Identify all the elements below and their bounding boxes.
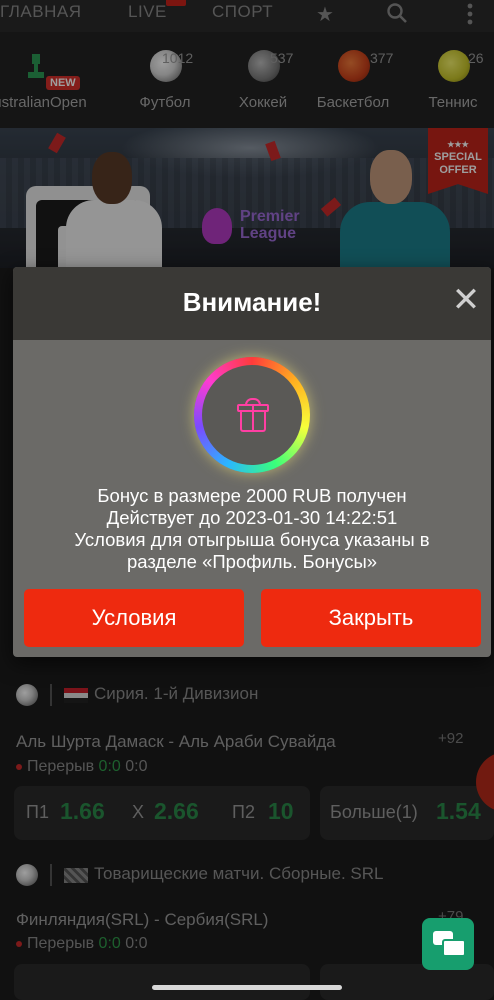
gift-icon	[237, 398, 269, 432]
modal-title: Внимание!	[182, 287, 322, 317]
close-button[interactable]: Закрыть	[261, 589, 481, 647]
home-indicator	[152, 985, 342, 990]
bonus-expiry-text: Действует до 2023-01-30 14:22:51	[106, 507, 398, 528]
bonus-ring	[194, 357, 310, 473]
bonus-amount-text: Бонус в размере 2000 RUB получен	[97, 485, 407, 506]
modal-message: Бонус в размере 2000 RUB получен Действу…	[13, 485, 491, 573]
chat-icon[interactable]	[422, 918, 474, 970]
bonus-modal: Внимание! ✕ Бонус в размере 2000 RUB пол…	[13, 267, 491, 657]
bonus-conditions-text: Условия для отыгрыша бонуса указаны в	[74, 529, 430, 550]
close-icon[interactable]: ✕	[451, 283, 481, 317]
conditions-button[interactable]: Условия	[24, 589, 244, 647]
modal-header: Внимание! ✕	[13, 267, 491, 340]
bonus-conditions-text-2: разделе «Профиль. Бонусы»	[126, 551, 378, 572]
